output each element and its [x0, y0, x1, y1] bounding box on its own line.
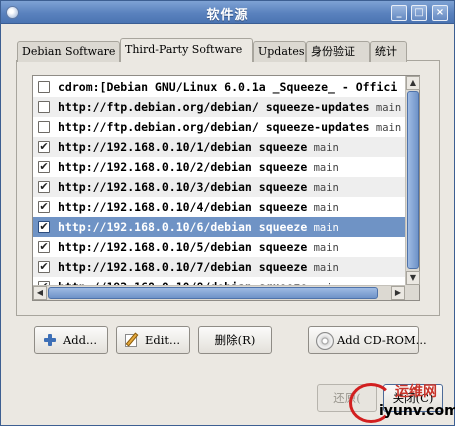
- source-enabled-checkbox[interactable]: ✔: [38, 141, 50, 153]
- source-enabled-checkbox[interactable]: ✔: [38, 241, 50, 253]
- add-button-label: Add...: [63, 333, 97, 347]
- source-uri: http://192.168.0.10/6/debian squeeze: [58, 220, 308, 234]
- source-row[interactable]: cdrom:[Debian GNU/Linux 6.0.1a _Squeeze_…: [33, 77, 405, 97]
- tab-authentication[interactable]: 身份验证: [306, 41, 370, 62]
- tab-updates[interactable]: Updates: [253, 41, 306, 62]
- edit-button-label: Edit...: [145, 333, 181, 347]
- vertical-scroll-thumb[interactable]: [407, 91, 419, 269]
- watermark-top-text: 运维网: [395, 384, 437, 400]
- source-components: main: [307, 202, 339, 214]
- source-components: main: [307, 162, 339, 174]
- close-window-button[interactable]: ×: [432, 5, 448, 21]
- source-uri: cdrom:[Debian GNU/Linux 6.0.1a _Squeeze_…: [58, 80, 398, 94]
- source-line: http://192.168.0.10/2/debian squeeze mai…: [58, 157, 339, 177]
- add-source-button[interactable]: Add...: [34, 326, 108, 354]
- add-cdrom-button-label: Add CD-ROM...: [337, 333, 427, 347]
- source-line: http://ftp.debian.org/debian/ squeeze-up…: [58, 97, 401, 117]
- window-title: 软件源: [206, 8, 249, 23]
- source-components: main: [307, 182, 339, 194]
- source-enabled-checkbox[interactable]: [38, 101, 50, 113]
- source-components: main: [307, 242, 339, 254]
- source-uri: http://192.168.0.10/2/debian squeeze: [58, 160, 308, 174]
- cdrom-icon: [316, 332, 334, 350]
- source-row[interactable]: http://ftp.debian.org/debian/ squeeze-up…: [33, 117, 405, 137]
- source-enabled-checkbox[interactable]: [38, 121, 50, 133]
- source-line: http://192.168.0.10/3/debian squeeze mai…: [58, 177, 339, 197]
- source-uri: http://192.168.0.10/7/debian squeeze: [58, 260, 308, 274]
- scroll-right-button[interactable]: ▶: [391, 286, 405, 300]
- source-line: http://ftp.debian.org/debian/ squeeze-up…: [58, 117, 401, 137]
- source-row[interactable]: ✔ http://192.168.0.10/5/debian squeeze ma…: [33, 237, 405, 257]
- scroll-down-button[interactable]: ▼: [406, 271, 420, 285]
- source-row[interactable]: ✔ http://192.168.0.10/4/debian squeeze ma…: [33, 197, 405, 217]
- source-row[interactable]: ✔ http://192.168.0.10/6/debian squeeze ma…: [33, 217, 405, 237]
- source-row[interactable]: ✔ http://192.168.0.10/7/debian squeeze ma…: [33, 257, 405, 277]
- source-line: cdrom:[Debian GNU/Linux 6.0.1a _Squeeze_…: [58, 77, 397, 97]
- source-enabled-checkbox[interactable]: ✔: [38, 221, 50, 233]
- title-bar[interactable]: 软件源 _ □ ×: [1, 1, 454, 24]
- source-enabled-checkbox[interactable]: ✔: [38, 181, 50, 193]
- software-sources-window: 软件源 _ □ × Debian Software Third-Party So…: [0, 0, 455, 426]
- source-line: http://192.168.0.10/1/debian squeeze mai…: [58, 137, 339, 157]
- source-enabled-checkbox[interactable]: [38, 81, 50, 93]
- sources-rows: cdrom:[Debian GNU/Linux 6.0.1a _Squeeze_…: [33, 77, 405, 297]
- source-row[interactable]: http://ftp.debian.org/debian/ squeeze-up…: [33, 97, 405, 117]
- tab-statistics[interactable]: 统计: [370, 41, 407, 62]
- source-line: http://192.168.0.10/5/debian squeeze mai…: [58, 237, 339, 257]
- vertical-scrollbar[interactable]: ▲ ▼: [405, 76, 420, 285]
- source-uri: http://192.168.0.10/5/debian squeeze: [58, 240, 308, 254]
- sources-list[interactable]: cdrom:[Debian GNU/Linux 6.0.1a _Squeeze_…: [32, 75, 420, 301]
- source-uri: http://192.168.0.10/4/debian squeeze: [58, 200, 308, 214]
- source-components: main: [307, 262, 339, 274]
- edit-icon: [124, 332, 140, 348]
- source-uri: http://192.168.0.10/3/debian squeeze: [58, 180, 308, 194]
- plus-icon: [42, 332, 58, 348]
- source-row[interactable]: ✔ http://192.168.0.10/2/debian squeeze ma…: [33, 157, 405, 177]
- scroll-left-button[interactable]: ◀: [33, 286, 47, 300]
- source-row[interactable]: ✔ http://192.168.0.10/1/debian squeeze ma…: [33, 137, 405, 157]
- source-components: main: [369, 102, 402, 114]
- source-row[interactable]: ✔ http://192.168.0.10/3/debian squeeze ma…: [33, 177, 405, 197]
- source-components: main: [369, 122, 402, 134]
- source-uri: http://ftp.debian.org/debian/ squeeze-up…: [58, 100, 370, 114]
- tab-debian-software[interactable]: Debian Software: [17, 41, 120, 62]
- source-enabled-checkbox[interactable]: ✔: [38, 261, 50, 273]
- watermark-bottom-text: iyunv.com: [379, 403, 455, 419]
- tab-third-party-software[interactable]: Third-Party Software: [120, 38, 253, 62]
- horizontal-scrollbar[interactable]: ◀ ▶: [33, 285, 405, 300]
- edit-source-button[interactable]: Edit...: [116, 326, 190, 354]
- source-line: http://192.168.0.10/6/debian squeeze mai…: [58, 217, 339, 237]
- source-enabled-checkbox[interactable]: ✔: [38, 201, 50, 213]
- minimize-button[interactable]: _: [391, 5, 407, 21]
- source-line: http://192.168.0.10/4/debian squeeze mai…: [58, 197, 339, 217]
- source-components: main: [307, 222, 339, 234]
- source-uri: http://ftp.debian.org/debian/ squeeze-up…: [58, 120, 370, 134]
- delete-source-button[interactable]: 删除(R): [198, 326, 272, 354]
- scrollbar-corner: [405, 285, 419, 300]
- maximize-button[interactable]: □: [411, 5, 427, 21]
- source-enabled-checkbox[interactable]: ✔: [38, 161, 50, 173]
- add-cdrom-button[interactable]: Add CD-ROM...: [308, 326, 427, 354]
- source-uri: http://192.168.0.10/1/debian squeeze: [58, 140, 308, 154]
- source-line: http://192.168.0.10/7/debian squeeze mai…: [58, 257, 339, 277]
- horizontal-scroll-thumb[interactable]: [48, 287, 378, 299]
- site-watermark: 运维网 iyunv.com: [349, 381, 455, 425]
- source-components: main: [307, 142, 339, 154]
- delete-button-label: 删除(R): [214, 333, 256, 347]
- scroll-up-button[interactable]: ▲: [406, 76, 420, 90]
